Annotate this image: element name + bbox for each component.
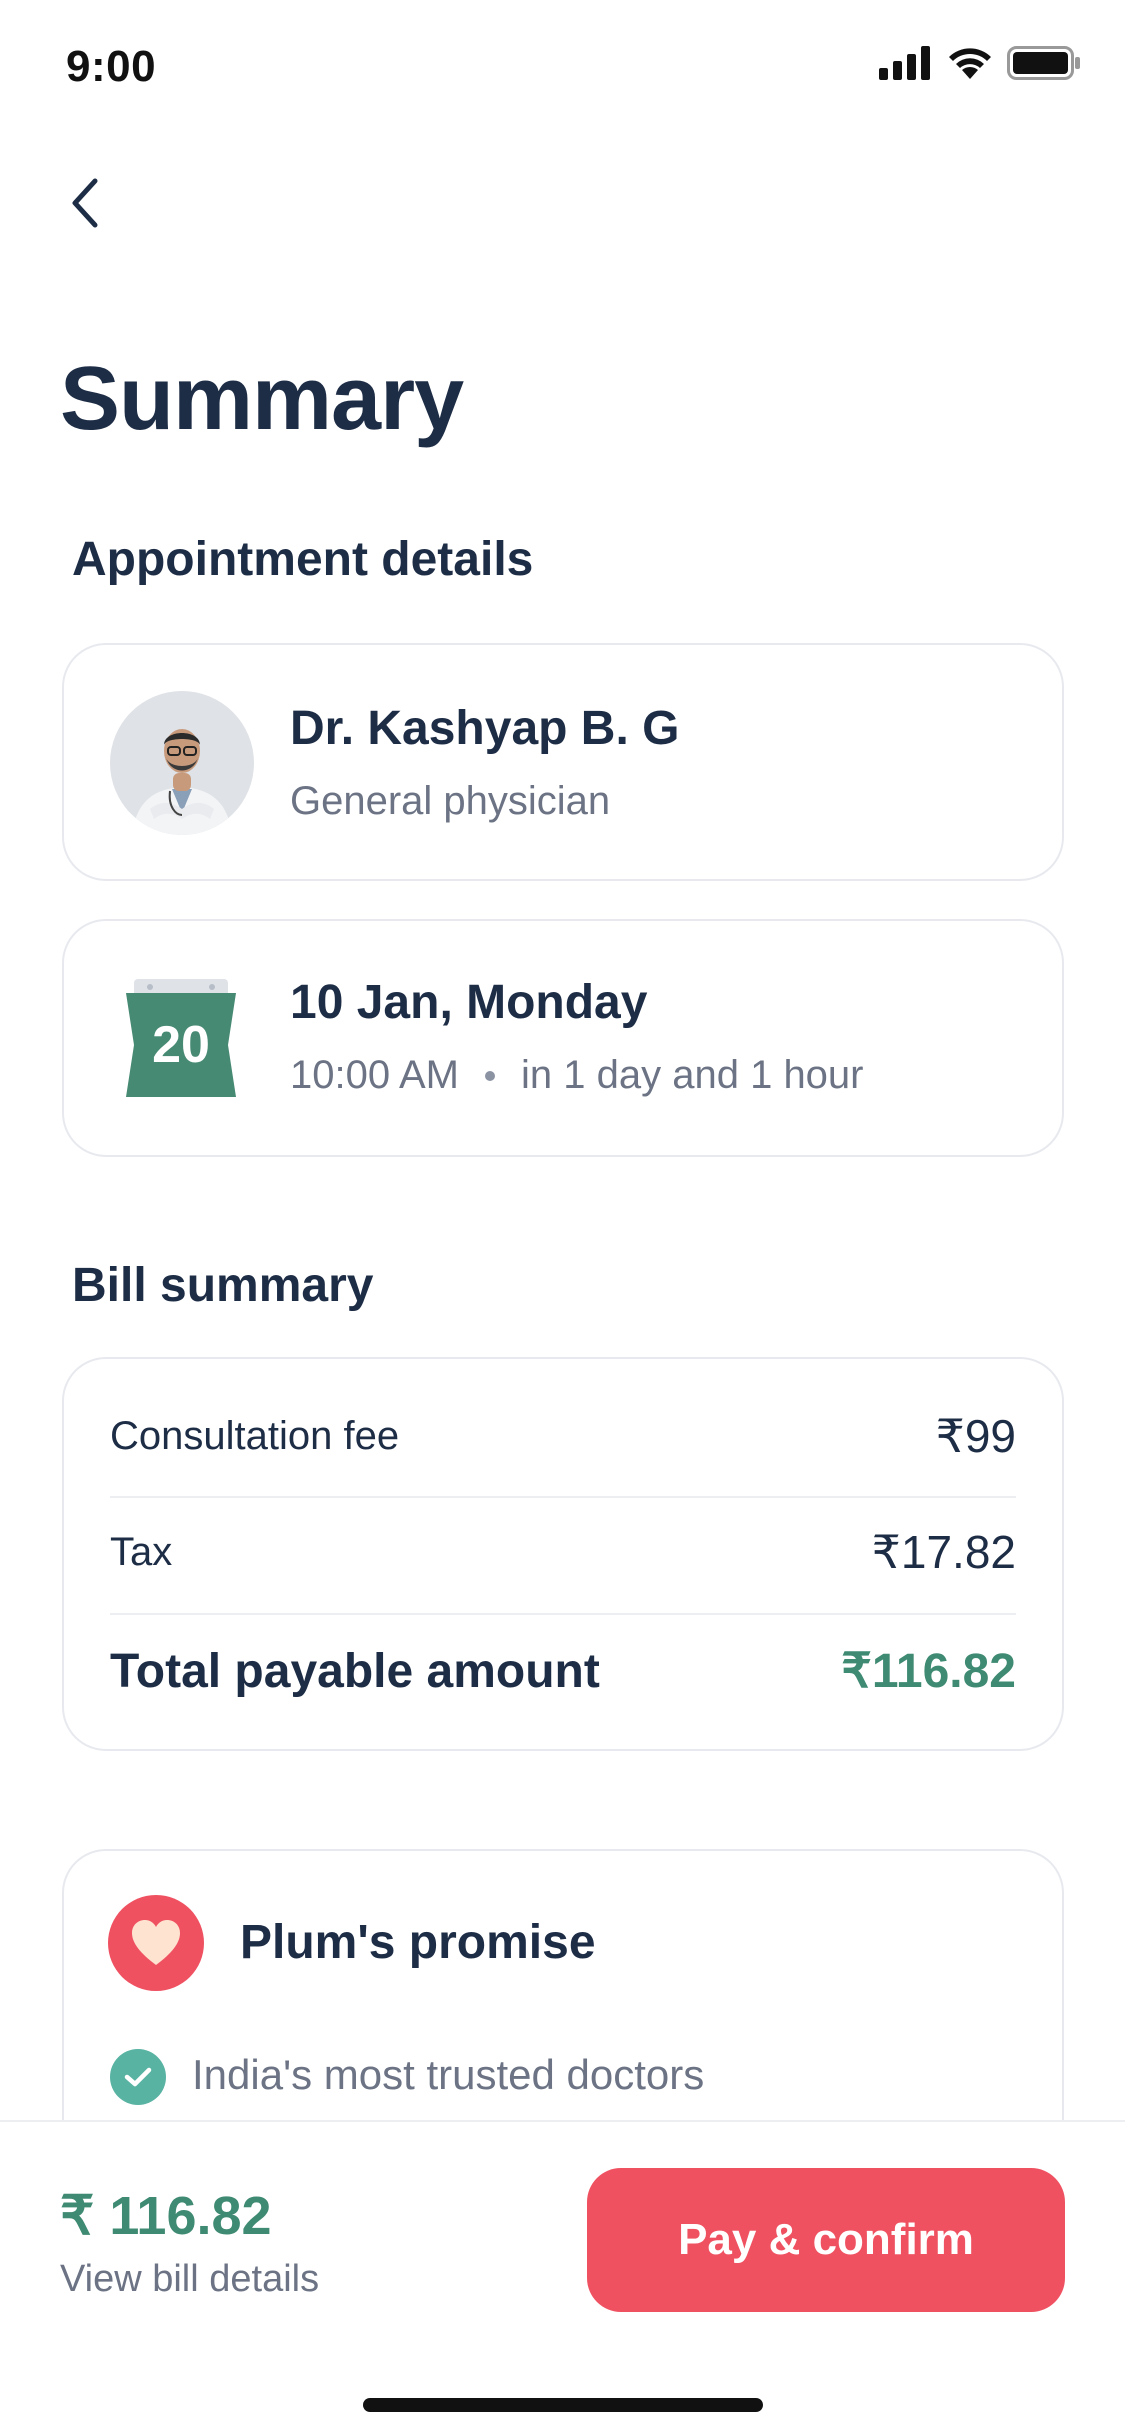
doctor-card[interactable]: Dr. Kashyap B. G General physician <box>62 643 1064 881</box>
calendar-icon: 20 <box>120 979 242 1097</box>
bill-row-label: Consultation fee <box>110 1413 400 1458</box>
bill-row-value: ₹17.82 <box>871 1526 1016 1578</box>
view-bill-details-link[interactable]: View bill details <box>60 2258 319 2301</box>
home-indicator <box>363 2398 763 2412</box>
doctor-name: Dr. Kashyap B. G <box>290 702 680 755</box>
appointment-relative-time: in 1 day and 1 hour <box>521 1053 864 1097</box>
battery-icon <box>1007 46 1080 80</box>
bill-row: Tax ₹17.82 <box>110 1525 1016 1579</box>
bottom-action-bar: ₹ 116.82 View bill details Pay & confirm <box>0 2120 1125 2436</box>
bill-section-title: Bill summary <box>72 1259 374 1312</box>
bill-row-value: ₹99 <box>935 1410 1016 1462</box>
promise-item: India's most trusted doctors <box>192 2051 705 2098</box>
appointment-section-title: Appointment details <box>72 533 534 586</box>
appointment-time-card[interactable]: 20 10 Jan, Monday 10:00 AM in 1 day and … <box>62 919 1064 1157</box>
bottom-total-amount: ₹ 116.82 <box>60 2186 272 2246</box>
page-title: Summary <box>60 349 464 449</box>
separator-dot <box>485 1070 496 1081</box>
chevron-left-icon <box>72 178 98 228</box>
bill-row: Consultation fee ₹99 <box>110 1409 1016 1463</box>
total-row: Total payable amount ₹116.82 <box>110 1643 1016 1699</box>
divider <box>110 1613 1016 1615</box>
appointment-time-row: 10:00 AM in 1 day and 1 hour <box>290 1053 864 1098</box>
doctor-avatar <box>110 691 254 835</box>
cellular-signal-icon <box>879 46 930 80</box>
promise-title: Plum's promise <box>240 1916 596 1969</box>
bill-card: Consultation fee ₹99 Tax ₹17.82 Total pa… <box>62 1357 1064 1751</box>
total-value: ₹116.82 <box>841 1645 1016 1698</box>
divider <box>110 1496 1016 1498</box>
calendar-day: 20 <box>152 1016 210 1074</box>
wifi-icon <box>949 48 991 79</box>
doctor-specialty: General physician <box>290 779 611 823</box>
back-button[interactable] <box>50 168 120 238</box>
status-icons <box>879 46 1081 80</box>
appointment-time: 10:00 AM <box>290 1053 460 1097</box>
appointment-date: 10 Jan, Monday <box>290 976 648 1029</box>
doctor-avatar-image <box>110 691 254 835</box>
heart-icon <box>108 1895 204 1991</box>
total-label: Total payable amount <box>110 1644 600 1698</box>
pay-confirm-button[interactable]: Pay & confirm <box>587 2168 1065 2312</box>
check-icon <box>110 2049 166 2105</box>
status-time: 9:00 <box>66 42 157 91</box>
bill-row-label: Tax <box>110 1529 173 1574</box>
status-bar: 9:00 <box>0 0 1125 132</box>
